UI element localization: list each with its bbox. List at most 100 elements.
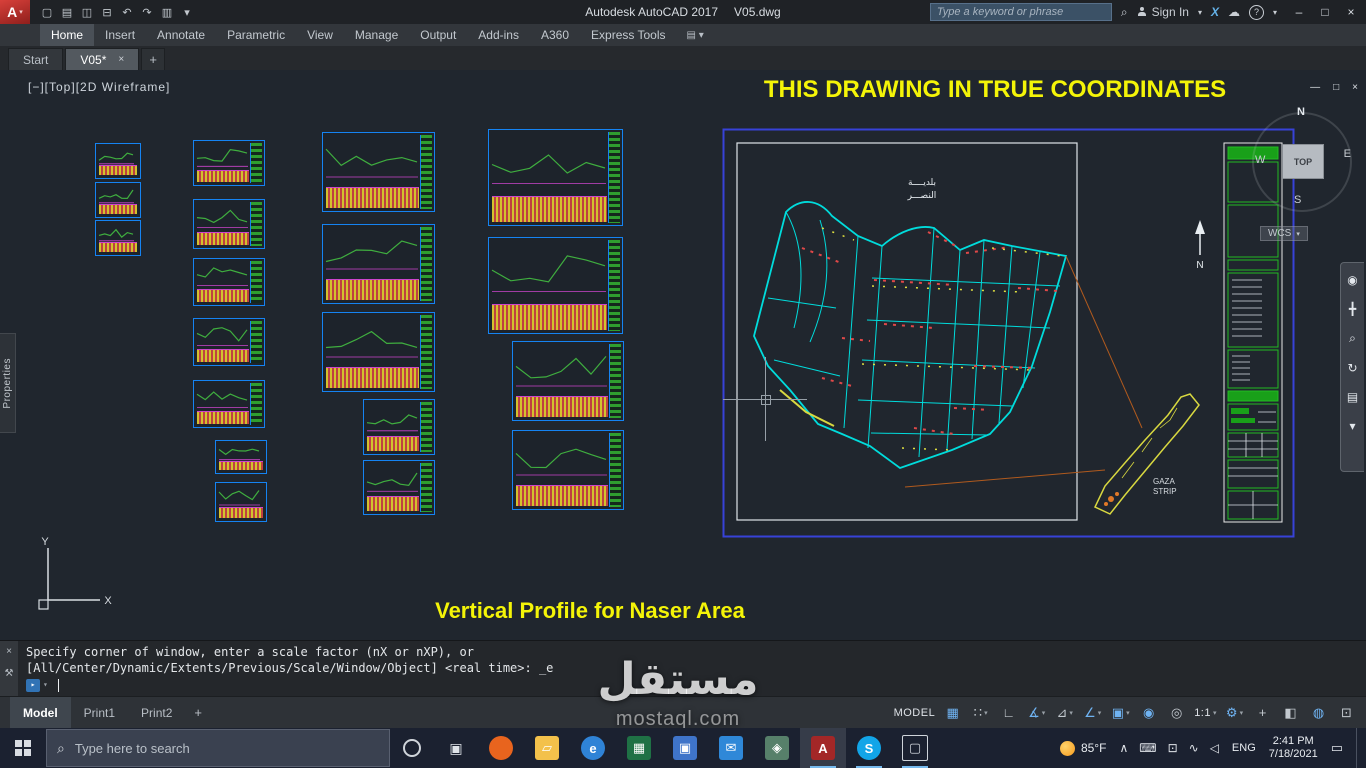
- drawing-canvas[interactable]: [−][Top][2D Wireframe] THIS DRAWING IN T…: [0, 70, 1366, 640]
- photos-icon[interactable]: ▣: [662, 728, 708, 768]
- viewcube-west[interactable]: W: [1255, 154, 1265, 166]
- file-tab-close-icon[interactable]: ×: [118, 54, 124, 65]
- ribbon-tab-insert[interactable]: Insert: [94, 24, 146, 46]
- qat-open-icon[interactable]: ▤: [58, 6, 76, 19]
- application-menu-button[interactable]: A ▾: [0, 0, 30, 24]
- file-explorer-icon[interactable]: ▱: [524, 728, 570, 768]
- stay-connected-icon[interactable]: ☁: [1228, 5, 1240, 19]
- profile-viewport-thumbnail[interactable]: [322, 312, 435, 392]
- snap-mode-button[interactable]: ∷ ▾: [967, 701, 994, 725]
- profile-viewport-thumbnail[interactable]: [488, 129, 623, 226]
- task-view-icon[interactable]: ▣: [434, 728, 478, 768]
- qat-undo-icon[interactable]: ↶: [118, 6, 136, 19]
- skype-icon[interactable]: S: [846, 728, 892, 768]
- pan-icon[interactable]: ╋: [1349, 302, 1356, 316]
- layout-tab-model[interactable]: Model: [10, 697, 71, 728]
- graphics-performance-button[interactable]: ◍: [1305, 701, 1332, 725]
- help-search-box[interactable]: Type a keyword or phrase: [929, 3, 1112, 21]
- ribbon-tab-a360[interactable]: A360: [530, 24, 580, 46]
- profile-viewport-thumbnail[interactable]: [95, 143, 141, 179]
- polar-tracking-button[interactable]: ∡ ▾: [1023, 701, 1050, 725]
- profile-viewport-thumbnail[interactable]: [193, 380, 265, 428]
- isodraft-button-dropdown-icon[interactable]: ▾: [1069, 709, 1073, 717]
- clock[interactable]: 2:41 PM 7/18/2021: [1269, 735, 1318, 761]
- object-snap-button-dropdown-icon[interactable]: ▾: [1126, 709, 1130, 717]
- command-recent-dropdown-icon[interactable]: ▾: [43, 677, 48, 693]
- steering-wheel-icon[interactable]: ◉: [1347, 273, 1357, 287]
- new-layout-button[interactable]: +: [185, 697, 211, 728]
- start-button[interactable]: [0, 728, 46, 768]
- edge-browser-icon[interactable]: e: [570, 728, 616, 768]
- navbar-more-icon[interactable]: ▾: [1349, 419, 1355, 433]
- viewcube-south[interactable]: S: [1294, 194, 1301, 206]
- viewport-controls[interactable]: [−][Top][2D Wireframe]: [28, 80, 170, 94]
- share-app-icon[interactable]: ◈: [754, 728, 800, 768]
- qat-save-icon[interactable]: ◫: [78, 6, 96, 19]
- file-tab-v05[interactable]: V05* ×: [65, 48, 140, 70]
- polar-tracking-button-dropdown-icon[interactable]: ▾: [1042, 709, 1046, 717]
- action-center-icon[interactable]: ▭: [1331, 740, 1343, 756]
- hidden-icons-chevron[interactable]: ∧: [1119, 741, 1128, 755]
- language-indicator[interactable]: ENG: [1232, 742, 1256, 754]
- volume-icon[interactable]: ◁: [1210, 741, 1219, 755]
- wcs-dropdown[interactable]: WCS ▾: [1260, 226, 1308, 241]
- profile-viewport-thumbnail[interactable]: [193, 258, 265, 306]
- ribbon-tab-express-tools[interactable]: Express Tools: [580, 24, 676, 46]
- qat-workspace-icon[interactable]: ▥: [158, 6, 176, 19]
- snap-mode-button-dropdown-icon[interactable]: ▾: [984, 709, 988, 717]
- zoom-icon[interactable]: ⌕: [1349, 331, 1356, 346]
- model-space-button[interactable]: MODEL: [891, 701, 939, 725]
- profile-viewport-thumbnail[interactable]: [215, 440, 267, 474]
- profile-viewport-thumbnail[interactable]: [512, 341, 624, 421]
- ortho-mode-button[interactable]: ∟: [995, 701, 1022, 725]
- profile-viewport-thumbnail[interactable]: [95, 182, 141, 218]
- profile-viewport-thumbnail[interactable]: [363, 460, 435, 515]
- ribbon-display-toggle-icon[interactable]: ▤ ▾: [687, 30, 704, 41]
- profile-viewport-thumbnail[interactable]: [322, 132, 435, 212]
- viewport-restore-icon[interactable]: □: [1333, 82, 1339, 93]
- annotation-scale-button-dropdown-icon[interactable]: ▾: [1213, 709, 1217, 717]
- firefox-icon[interactable]: [478, 728, 524, 768]
- properties-palette-tab[interactable]: Properties: [0, 333, 16, 433]
- autocad-icon[interactable]: A: [800, 728, 846, 768]
- workspace-button[interactable]: ⚙ ▾: [1221, 701, 1248, 725]
- qat-plot-icon[interactable]: ⊟: [98, 6, 116, 19]
- grid-display-button[interactable]: ▦: [939, 701, 966, 725]
- profile-viewport-thumbnail[interactable]: [488, 237, 623, 334]
- ribbon-tab-view[interactable]: View: [296, 24, 344, 46]
- excel-icon[interactable]: ▦: [616, 728, 662, 768]
- show-desktop-button[interactable]: [1356, 728, 1362, 768]
- ribbon-tab-annotate[interactable]: Annotate: [146, 24, 216, 46]
- viewport-minimize-icon[interactable]: —: [1310, 82, 1320, 93]
- display-icon[interactable]: ⊡: [1168, 741, 1178, 755]
- ribbon-tab-parametric[interactable]: Parametric: [216, 24, 296, 46]
- qat-redo-icon[interactable]: ↷: [138, 6, 156, 19]
- search-icon[interactable]: ⌕: [1121, 5, 1128, 20]
- workspace-button-dropdown-icon[interactable]: ▾: [1240, 709, 1244, 717]
- cortana-icon[interactable]: [390, 728, 434, 768]
- app-window-icon[interactable]: ▢: [892, 728, 938, 768]
- new-drawing-tab-button[interactable]: +: [141, 48, 166, 70]
- sign-in-button[interactable]: Sign In: [1152, 5, 1189, 19]
- file-tab-start[interactable]: Start: [8, 48, 64, 70]
- isolate-objects-button[interactable]: ◧: [1277, 701, 1304, 725]
- profile-viewport-thumbnail[interactable]: [363, 399, 435, 455]
- command-input[interactable]: ▸ ▾: [26, 677, 1358, 693]
- profile-viewport-thumbnail[interactable]: [322, 224, 435, 304]
- viewcube-top-face[interactable]: TOP: [1282, 144, 1324, 179]
- touch-keyboard-icon[interactable]: ⌨: [1139, 741, 1156, 755]
- annotation-scale-button[interactable]: 1:1 ▾: [1191, 701, 1220, 725]
- profile-viewport-thumbnail[interactable]: [193, 199, 265, 249]
- profile-viewport-thumbnail[interactable]: [512, 430, 624, 510]
- ribbon-tab-home[interactable]: Home: [40, 24, 95, 46]
- help-icon[interactable]: ?: [1248, 4, 1264, 20]
- profile-viewport-thumbnail[interactable]: [215, 482, 267, 522]
- isodraft-button[interactable]: ⊿ ▾: [1051, 701, 1078, 725]
- qat-dropdown-icon[interactable]: ▾: [178, 6, 196, 19]
- exchange-apps-icon[interactable]: X: [1211, 5, 1219, 19]
- ribbon-tab-output[interactable]: Output: [409, 24, 467, 46]
- command-history[interactable]: Specify corner of window, enter a scale …: [18, 641, 1366, 696]
- orbit-icon[interactable]: ↻: [1347, 361, 1357, 375]
- maximize-button[interactable]: □: [1312, 5, 1338, 19]
- profile-viewport-thumbnail[interactable]: [193, 318, 265, 366]
